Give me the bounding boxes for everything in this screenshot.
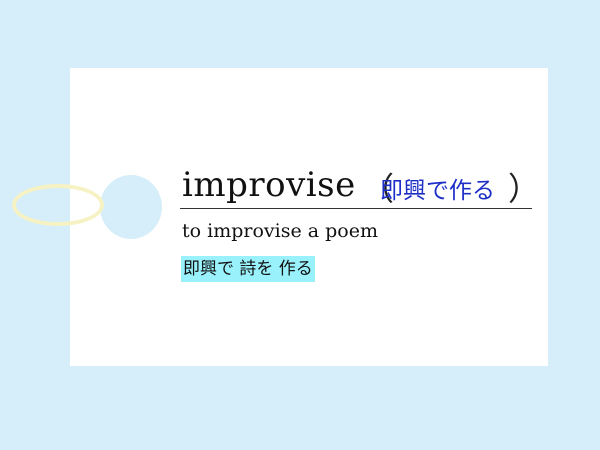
example-sentence-english: to improvise a poem — [182, 220, 378, 242]
card-string-loop — [12, 184, 104, 226]
gloss-close-paren: ） — [508, 170, 541, 208]
japanese-gloss: 即興で作る — [380, 178, 495, 204]
example-sentence-japanese: 即興で 詩を 作る — [181, 256, 315, 282]
card-punch-hole — [100, 175, 162, 239]
headword-row: improvise （ 即興で作る ） — [180, 164, 540, 209]
headword: improvise — [182, 165, 356, 205]
